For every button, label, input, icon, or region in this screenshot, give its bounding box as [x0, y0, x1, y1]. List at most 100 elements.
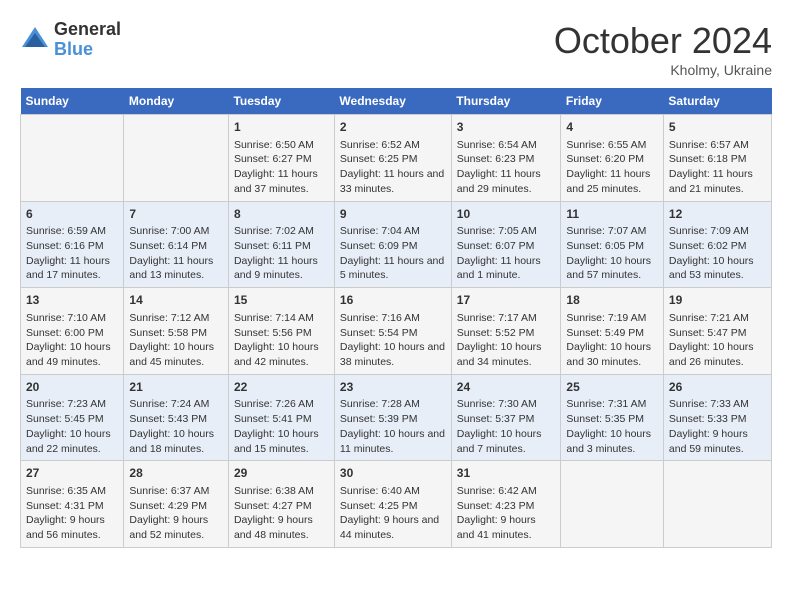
- day-number: 30: [340, 465, 446, 482]
- day-number: 3: [457, 119, 556, 136]
- day-info: Sunrise: 7:04 AM: [340, 224, 446, 239]
- day-number: 21: [129, 379, 223, 396]
- day-info: Daylight: 10 hours and 42 minutes.: [234, 340, 329, 369]
- day-header-monday: Monday: [124, 88, 229, 115]
- day-info: Daylight: 10 hours and 49 minutes.: [26, 340, 118, 369]
- day-info: Daylight: 9 hours and 56 minutes.: [26, 513, 118, 542]
- day-info: Daylight: 9 hours and 59 minutes.: [669, 427, 766, 456]
- day-info: Sunset: 5:54 PM: [340, 326, 446, 341]
- day-number: 17: [457, 292, 556, 309]
- day-info: Sunrise: 6:35 AM: [26, 484, 118, 499]
- day-info: Sunset: 5:58 PM: [129, 326, 223, 341]
- calendar-cell: 29Sunrise: 6:38 AMSunset: 4:27 PMDayligh…: [228, 461, 334, 548]
- day-info: Daylight: 10 hours and 57 minutes.: [566, 254, 658, 283]
- day-info: Sunrise: 6:42 AM: [457, 484, 556, 499]
- day-number: 24: [457, 379, 556, 396]
- calendar-cell: 2Sunrise: 6:52 AMSunset: 6:25 PMDaylight…: [334, 115, 451, 202]
- day-number: 28: [129, 465, 223, 482]
- day-number: 8: [234, 206, 329, 223]
- day-info: Daylight: 10 hours and 22 minutes.: [26, 427, 118, 456]
- day-info: Sunrise: 7:28 AM: [340, 397, 446, 412]
- day-info: Daylight: 10 hours and 3 minutes.: [566, 427, 658, 456]
- day-info: Sunrise: 7:19 AM: [566, 311, 658, 326]
- day-number: 20: [26, 379, 118, 396]
- day-number: 31: [457, 465, 556, 482]
- day-info: Sunrise: 7:02 AM: [234, 224, 329, 239]
- day-info: Daylight: 11 hours and 9 minutes.: [234, 254, 329, 283]
- day-info: Sunset: 6:14 PM: [129, 239, 223, 254]
- calendar-cell: 7Sunrise: 7:00 AMSunset: 6:14 PMDaylight…: [124, 201, 229, 288]
- day-info: Daylight: 10 hours and 15 minutes.: [234, 427, 329, 456]
- day-info: Sunset: 4:27 PM: [234, 499, 329, 514]
- logo-icon: [20, 25, 50, 55]
- day-info: Sunrise: 7:26 AM: [234, 397, 329, 412]
- day-info: Sunset: 6:20 PM: [566, 152, 658, 167]
- day-number: 19: [669, 292, 766, 309]
- calendar-cell: 30 Sunrise: 6:40 AMSunset: 4:25 PMDayligh…: [334, 461, 451, 548]
- day-info: Sunrise: 7:21 AM: [669, 311, 766, 326]
- calendar-cell: 23Sunrise: 7:28 AMSunset: 5:39 PMDayligh…: [334, 374, 451, 461]
- day-number: 12: [669, 206, 766, 223]
- day-info: Sunset: 5:45 PM: [26, 412, 118, 427]
- day-info: Sunrise: 7:05 AM: [457, 224, 556, 239]
- day-number: 16: [340, 292, 446, 309]
- logo: General Blue: [20, 20, 121, 60]
- calendar-cell: 14Sunrise: 7:12 AMSunset: 5:58 PMDayligh…: [124, 288, 229, 375]
- day-info: Sunset: 5:35 PM: [566, 412, 658, 427]
- day-header-tuesday: Tuesday: [228, 88, 334, 115]
- day-number: 7: [129, 206, 223, 223]
- day-info: Sunset: 5:41 PM: [234, 412, 329, 427]
- day-info: Daylight: 10 hours and 30 minutes.: [566, 340, 658, 369]
- day-header-thursday: Thursday: [451, 88, 561, 115]
- day-info: Sunset: 6:25 PM: [340, 152, 446, 167]
- day-number: 25: [566, 379, 658, 396]
- day-info: Sunrise: 7:23 AM: [26, 397, 118, 412]
- day-number: 23: [340, 379, 446, 396]
- calendar-week-row: 6Sunrise: 6:59 AMSunset: 6:16 PMDaylight…: [21, 201, 772, 288]
- day-header-sunday: Sunday: [21, 88, 124, 115]
- day-info: Daylight: 10 hours and 7 minutes.: [457, 427, 556, 456]
- day-info: Sunset: 5:33 PM: [669, 412, 766, 427]
- calendar-cell: 26Sunrise: 7:33 AMSunset: 5:33 PMDayligh…: [663, 374, 771, 461]
- day-info: Sunrise: 7:31 AM: [566, 397, 658, 412]
- calendar-cell: 24Sunrise: 7:30 AMSunset: 5:37 PMDayligh…: [451, 374, 561, 461]
- calendar-cell: 16Sunrise: 7:16 AMSunset: 5:54 PMDayligh…: [334, 288, 451, 375]
- day-info: Daylight: 10 hours and 45 minutes.: [129, 340, 223, 369]
- calendar-cell: 18Sunrise: 7:19 AMSunset: 5:49 PMDayligh…: [561, 288, 664, 375]
- day-info: Sunset: 6:16 PM: [26, 239, 118, 254]
- page-header: General Blue October 2024 Kholmy, Ukrain…: [20, 20, 772, 78]
- day-info: Sunset: 6:23 PM: [457, 152, 556, 167]
- calendar-week-row: 20Sunrise: 7:23 AMSunset: 5:45 PMDayligh…: [21, 374, 772, 461]
- day-info: Daylight: 10 hours and 34 minutes.: [457, 340, 556, 369]
- day-info: Daylight: 9 hours and 44 minutes.: [340, 513, 446, 542]
- day-info: Sunset: 4:25 PM: [340, 499, 446, 514]
- day-info: Daylight: 10 hours and 11 minutes.: [340, 427, 446, 456]
- calendar-cell: 6Sunrise: 6:59 AMSunset: 6:16 PMDaylight…: [21, 201, 124, 288]
- day-info: Sunset: 6:18 PM: [669, 152, 766, 167]
- day-number: 10: [457, 206, 556, 223]
- day-info: Sunrise: 6:52 AM: [340, 138, 446, 153]
- calendar-cell: [561, 461, 664, 548]
- calendar-week-row: 1Sunrise: 6:50 AMSunset: 6:27 PMDaylight…: [21, 115, 772, 202]
- day-info: Sunrise: 6:55 AM: [566, 138, 658, 153]
- calendar-cell: 22Sunrise: 7:26 AMSunset: 5:41 PMDayligh…: [228, 374, 334, 461]
- day-info: Sunrise: 6:57 AM: [669, 138, 766, 153]
- day-info: Daylight: 9 hours and 52 minutes.: [129, 513, 223, 542]
- calendar-cell: 10Sunrise: 7:05 AMSunset: 6:07 PMDayligh…: [451, 201, 561, 288]
- day-info: Sunrise: 7:00 AM: [129, 224, 223, 239]
- calendar-cell: 17Sunrise: 7:17 AMSunset: 5:52 PMDayligh…: [451, 288, 561, 375]
- day-info: Daylight: 11 hours and 37 minutes.: [234, 167, 329, 196]
- day-number: 11: [566, 206, 658, 223]
- day-info: Daylight: 10 hours and 26 minutes.: [669, 340, 766, 369]
- day-info: Sunrise: 7:14 AM: [234, 311, 329, 326]
- calendar-cell: 27Sunrise: 6:35 AMSunset: 4:31 PMDayligh…: [21, 461, 124, 548]
- day-info: Daylight: 10 hours and 53 minutes.: [669, 254, 766, 283]
- calendar-cell: 25Sunrise: 7:31 AMSunset: 5:35 PMDayligh…: [561, 374, 664, 461]
- day-info: Daylight: 11 hours and 5 minutes.: [340, 254, 446, 283]
- location: Kholmy, Ukraine: [554, 62, 772, 78]
- day-info: Sunrise: 6:40 AM: [340, 484, 446, 499]
- day-info: Sunrise: 7:30 AM: [457, 397, 556, 412]
- month-title: October 2024: [554, 20, 772, 62]
- day-number: 15: [234, 292, 329, 309]
- calendar-cell: 13Sunrise: 7:10 AMSunset: 6:00 PMDayligh…: [21, 288, 124, 375]
